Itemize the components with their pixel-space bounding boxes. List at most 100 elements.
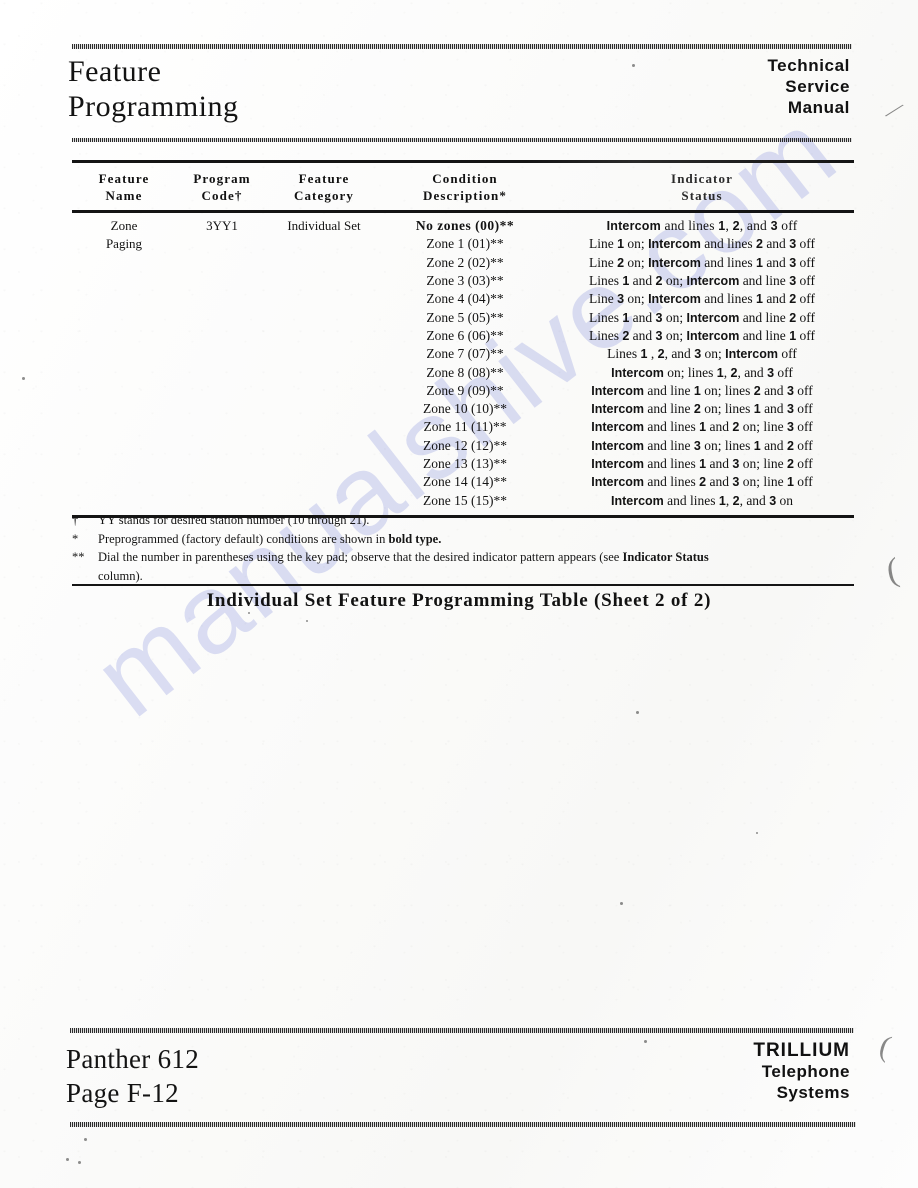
- footer-bottom-rule: [70, 1122, 856, 1127]
- cell-condition-description: Zone 11 (11)**: [423, 419, 507, 435]
- cell-condition-description: Zone 13 (13)**: [423, 456, 507, 471]
- cell-condition-description: Zone 6 (06)**: [426, 327, 504, 343]
- cell-condition-description: Zone 3 (03)**: [426, 273, 504, 289]
- cell-condition-description: Zone 10 (10)**: [423, 401, 507, 417]
- table-row: Paging Zone 1 (01)** Line 1 on; Intercom a…: [72, 235, 854, 253]
- column-header-feature-name: Feature Name: [72, 170, 176, 204]
- company-line3: Systems: [776, 1083, 850, 1102]
- cell-condition-description: Zone 4 (04)**: [426, 291, 504, 307]
- cell-indicator-status: Intercom and line 2 on; lines 1 and 3 of…: [591, 401, 813, 417]
- page-title-line1: Feature: [68, 55, 162, 88]
- column-header-line1: Feature: [98, 171, 150, 186]
- cell-condition-description: Zone 14 (14)**: [423, 474, 507, 490]
- cell-indicator-status: Intercom and lines 1 and 3 on; line 2 of…: [591, 456, 813, 471]
- column-header-line1: Program: [193, 171, 251, 186]
- scan-speck: [636, 711, 639, 714]
- table-row: Zone 8 (08)** Intercom on; lines 1, 2, an…: [72, 363, 854, 381]
- document-page: manualshive.com Feature Programming Tech…: [0, 0, 918, 1188]
- footer-product-name: Panther 612: [66, 1044, 200, 1074]
- column-header-line1: Condition: [432, 171, 498, 186]
- cell-indicator-status: Lines 1 , 2, and 3 on; Intercom off: [607, 346, 797, 362]
- manual-label-line1: Technical: [767, 56, 850, 75]
- cell-indicator-status: Intercom on; lines 1, 2, and 3 off: [611, 364, 793, 380]
- manual-label-line2: Service: [785, 77, 850, 96]
- column-header-line2: Description*: [423, 188, 507, 203]
- cell-indicator-status: Intercom and line 1 on; lines 2 and 3 of…: [591, 382, 813, 398]
- cell-condition-description: Zone 7 (07)**: [426, 346, 504, 362]
- footnote-text: YY stands for desired station number (10…: [98, 513, 370, 527]
- cell-indicator-status: Line 3 on; Intercom and lines 1 and 2 of…: [588, 291, 816, 307]
- scan-curl-mark-top: ⁄: [886, 96, 902, 125]
- table-row: Zone 14 (14)** Intercom and lines 2 and 3…: [72, 473, 854, 491]
- scan-speck: [248, 612, 250, 614]
- table-row: Zone 13 (13)** Intercom and lines 1 and 3…: [72, 455, 854, 473]
- cell-feature-name: Zone: [110, 218, 138, 234]
- column-header-indicator-status: Indicator Status: [550, 170, 854, 204]
- cell-condition-description: Zone 1 (01)**: [426, 236, 504, 252]
- header-bottom-rule: [72, 138, 852, 142]
- cell-indicator-status: Intercom and lines 1, 2, and 3 off: [606, 218, 798, 234]
- table-row: Zone 12 (12)** Intercom and line 3 on; li…: [72, 437, 854, 455]
- cell-indicator-status: Intercom and lines 2 and 3 on; line 1 of…: [591, 474, 813, 490]
- scan-curl-mark-footer: (: [875, 1029, 895, 1064]
- column-header-feature-category: Feature Category: [268, 170, 380, 204]
- scan-speck: [756, 832, 758, 834]
- table-body: Zone 3YY1 Individual Set No zones (00)** Int…: [72, 213, 854, 515]
- table-row: Zone 7 (07)** Lines 1 , 2, and 3 on; Inte…: [72, 345, 854, 363]
- cell-program-code: 3YY1: [206, 218, 238, 234]
- cell-feature-name: Paging: [105, 236, 143, 252]
- table-caption: Individual Set Feature Programming Table…: [206, 590, 712, 611]
- table-row: Zone 10 (10)** Intercom and line 2 on; li…: [72, 400, 854, 418]
- cell-condition-description: Zone 12 (12)**: [423, 437, 507, 453]
- table-row: Zone 3 (03)** Lines 1 and 2 on; Intercom …: [72, 272, 854, 290]
- table-row: Zone 2 (02)** Line 2 on; Intercom and lin…: [72, 254, 854, 272]
- cell-condition-description: No zones (00)**: [415, 218, 515, 234]
- company-brand-name: TRILLIUM: [753, 1040, 850, 1061]
- column-header-program-code: Program Code†: [176, 170, 268, 204]
- manual-label: Technical Service Manual: [767, 55, 850, 118]
- footnote: † YY stands for desired station number (1…: [72, 512, 862, 530]
- table-row: Zone 9 (09)** Intercom and line 1 on; lin…: [72, 382, 854, 400]
- column-header-line1: Feature: [298, 171, 350, 186]
- scan-speck: [78, 1161, 81, 1164]
- header-top-rule: [72, 44, 852, 49]
- scan-speck: [84, 1138, 87, 1141]
- column-header-line2: Status: [681, 188, 723, 203]
- cell-condition-description: Zone 8 (08)**: [426, 364, 504, 380]
- cell-condition-description: Zone 9 (09)**: [426, 382, 504, 398]
- cell-condition-description: Zone 5 (05)**: [426, 309, 504, 325]
- column-header-line2: Category: [293, 188, 355, 203]
- scan-speck: [306, 620, 308, 622]
- cell-condition-description: Zone 15 (15)**: [423, 492, 507, 508]
- scan-speck: [632, 64, 635, 67]
- column-header-line2: Code†: [201, 188, 243, 203]
- scan-curl-mark-middle: (: [883, 551, 902, 590]
- footer-company: TRILLIUM Telephone Systems: [753, 1040, 850, 1103]
- cell-condition-description: Zone 2 (02)**: [426, 254, 504, 270]
- company-line2: Telephone: [761, 1062, 850, 1081]
- page-title-line2: Programming: [68, 90, 239, 123]
- scan-speck: [644, 1040, 647, 1043]
- cell-indicator-status: Intercom and lines 1, 2, and 3 on: [610, 492, 794, 508]
- table-row: Zone 15 (15)** Intercom and lines 1, 2, a…: [72, 491, 854, 509]
- cell-feature-category: Individual Set: [287, 218, 361, 234]
- column-header-line2: Name: [105, 188, 143, 203]
- cell-indicator-status: Line 1 on; Intercom and lines 2 and 3 of…: [588, 236, 816, 252]
- cell-indicator-status: Line 2 on; Intercom and lines 1 and 3 of…: [588, 254, 816, 270]
- page-title: Feature Programming: [68, 54, 239, 124]
- table-row: Zone 4 (04)** Line 3 on; Intercom and lin…: [72, 290, 854, 308]
- table-row: Zone 3YY1 Individual Set No zones (00)** Int…: [72, 217, 854, 235]
- manual-label-line3: Manual: [787, 98, 850, 117]
- table-footnotes: † YY stands for desired station number (1…: [72, 512, 862, 585]
- footnote-marker: *: [72, 531, 79, 546]
- footnote: * Preprogrammed (factory default) conditi…: [72, 531, 862, 549]
- scan-speck: [22, 377, 25, 380]
- table-row: Zone 6 (06)** Lines 2 and 3 on; Intercom …: [72, 327, 854, 345]
- footer-page-number: Page F-12: [66, 1078, 179, 1108]
- footer-product-info: Panther 612 Page F-12: [66, 1042, 199, 1110]
- cell-indicator-status: Intercom and lines 1 and 2 on; line 3 of…: [591, 419, 813, 435]
- column-header-condition-description: Condition Description*: [380, 170, 550, 204]
- table-header-row: Feature Name Program Code† Feature Categ…: [72, 163, 854, 210]
- caption-top-rule: [72, 584, 854, 586]
- scan-speck: [66, 1158, 69, 1161]
